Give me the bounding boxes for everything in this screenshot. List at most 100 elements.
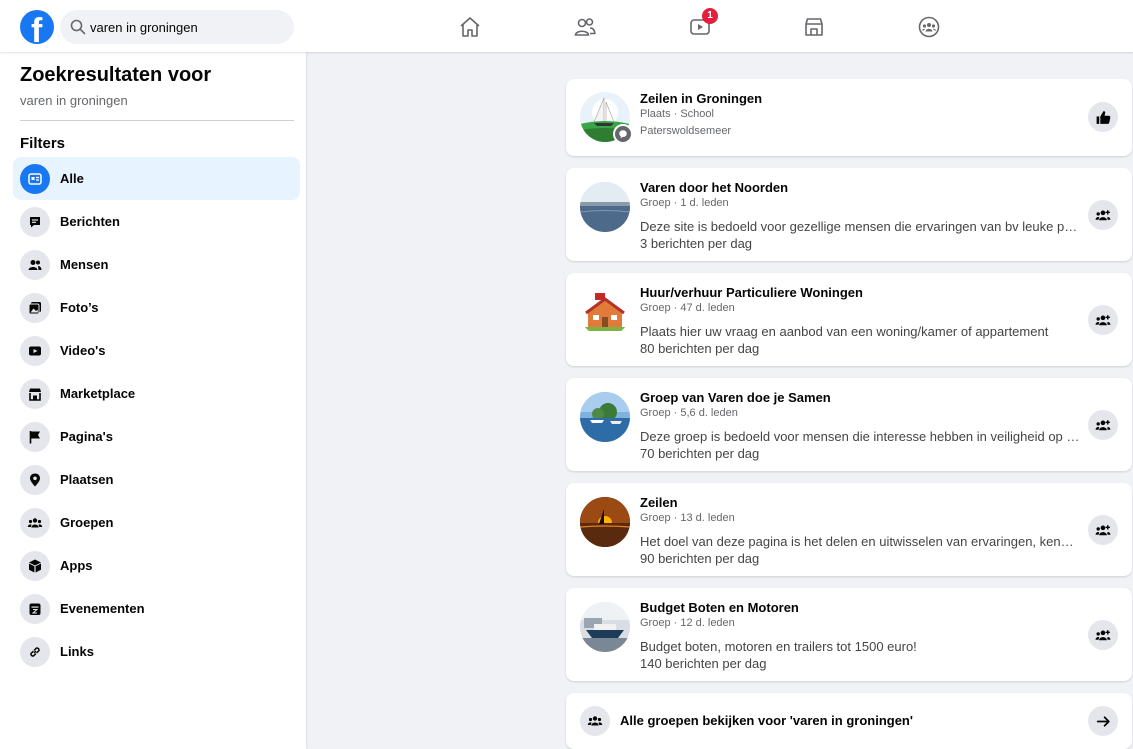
join-group-button[interactable] <box>1088 410 1118 440</box>
group-avatar[interactable] <box>580 497 630 547</box>
filter-item-videos[interactable]: Video's <box>13 329 300 372</box>
join-group-button[interactable] <box>1088 305 1118 335</box>
result-description: Het doel van deze pagina is het delen en… <box>640 534 1080 549</box>
friends-icon[interactable] <box>567 10 603 44</box>
calendar-icon <box>20 593 50 624</box>
location-pin-icon <box>20 464 50 495</box>
join-group-icon <box>1095 419 1110 430</box>
group-avatar[interactable] <box>580 392 630 442</box>
search-results-list: Zeilen in Groningen Plaats · School Pate… <box>566 79 1132 749</box>
people-icon <box>20 249 50 280</box>
page-title: Zoekresultaten voor <box>20 64 212 86</box>
filter-label: Mensen <box>60 257 109 272</box>
filter-label: Foto’s <box>60 300 99 315</box>
result-post-frequency: 80 berichten per dag <box>640 341 760 356</box>
result-meta: Groep · 1 d. leden <box>640 197 729 209</box>
facebook-logo-icon[interactable]: f <box>20 10 54 44</box>
search-input[interactable] <box>90 10 286 44</box>
groups-icon <box>580 706 610 736</box>
result-title[interactable]: Huur/verhuur Particuliere Woningen <box>640 285 863 300</box>
search-query-label: varen in groningen <box>20 93 128 108</box>
result-title[interactable]: Budget Boten en Motoren <box>640 600 799 615</box>
filter-item-alle[interactable]: Alle <box>13 157 300 200</box>
result-post-frequency: 70 berichten per dag <box>640 446 760 461</box>
filter-item-marketplace[interactable]: Marketplace <box>13 372 300 415</box>
result-description: Deze groep is bedoeld voor mensen die in… <box>640 429 1080 444</box>
posts-icon <box>20 206 50 237</box>
join-group-button[interactable] <box>1088 620 1118 650</box>
filter-label: Alle <box>60 171 84 186</box>
filter-label: Berichten <box>60 214 120 229</box>
see-all-groups-button[interactable] <box>1088 706 1118 736</box>
marketplace-icon[interactable] <box>796 10 832 44</box>
filter-label: Marketplace <box>60 386 136 401</box>
search-result-card[interactable]: Varen door het Noorden Groep · 1 d. lede… <box>566 168 1132 261</box>
flag-icon <box>20 421 50 452</box>
search-icon <box>70 19 86 35</box>
like-page-button[interactable] <box>1088 102 1118 132</box>
search-box[interactable] <box>60 10 294 44</box>
marketplace-icon <box>20 378 50 409</box>
result-meta: Groep · 13 d. leden <box>640 512 735 524</box>
result-description: Plaats hier uw vraag en aanbod van een w… <box>640 324 1049 339</box>
video-icon <box>20 335 50 366</box>
join-group-icon <box>1095 524 1110 535</box>
filter-item-evenementen[interactable]: Evenementen <box>13 587 300 630</box>
top-navigation-bar: f 1 <box>0 0 1133 52</box>
search-result-card[interactable]: Groep van Varen doe je Samen Groep · 5,6… <box>566 378 1132 471</box>
filter-label: Evenementen <box>60 601 145 616</box>
join-group-button[interactable] <box>1088 515 1118 545</box>
result-post-frequency: 90 berichten per dag <box>640 551 760 566</box>
result-title[interactable]: Zeilen in Groningen <box>640 91 762 106</box>
result-meta: Groep · 5,6 d. leden <box>640 407 738 419</box>
result-meta: Groep · 12 d. leden <box>640 617 735 629</box>
box-icon <box>20 550 50 581</box>
groups-nav-icon[interactable] <box>911 10 947 44</box>
filter-item-fotos[interactable]: Foto’s <box>13 286 300 329</box>
all-icon <box>20 163 50 194</box>
result-description: Budget boten, motoren en trailers tot 15… <box>640 639 917 654</box>
result-post-frequency: 3 berichten per dag <box>640 236 753 251</box>
search-result-card[interactable]: Budget Boten en Motoren Groep · 12 d. le… <box>566 588 1132 681</box>
home-icon[interactable] <box>452 10 488 44</box>
filter-label: Video's <box>60 343 106 358</box>
see-all-groups-label: Alle groepen bekijken voor 'varen in gro… <box>620 713 913 728</box>
filter-item-mensen[interactable]: Mensen <box>13 243 300 286</box>
result-description: Deze site is bedoeld voor gezellige mens… <box>640 219 1080 234</box>
see-all-groups-link[interactable]: Alle groepen bekijken voor 'varen in gro… <box>566 693 1132 749</box>
group-avatar[interactable] <box>580 287 630 337</box>
join-group-icon <box>1095 314 1110 325</box>
group-avatar[interactable] <box>580 602 630 652</box>
search-result-card[interactable]: Zeilen in Groningen Plaats · School Pate… <box>566 79 1132 156</box>
join-group-button[interactable] <box>1088 200 1118 230</box>
filter-label: Links <box>60 644 94 659</box>
filter-label: Groepen <box>60 515 114 530</box>
like-icon <box>1096 110 1110 124</box>
result-meta: Plaats · School <box>640 108 714 120</box>
search-result-card[interactable]: Huur/verhuur Particuliere Woningen Groep… <box>566 273 1132 366</box>
filters-heading: Filters <box>20 135 66 152</box>
filter-item-paginas[interactable]: Pagina's <box>13 415 300 458</box>
notification-badge: 1 <box>702 8 718 24</box>
result-title[interactable]: Zeilen <box>640 495 678 510</box>
group-avatar[interactable] <box>580 182 630 232</box>
filter-item-berichten[interactable]: Berichten <box>13 200 300 243</box>
search-result-card[interactable]: Zeilen Groep · 13 d. leden Het doel van … <box>566 483 1132 576</box>
messenger-badge-icon <box>613 124 633 144</box>
result-title[interactable]: Varen door het Noorden <box>640 180 788 195</box>
link-icon <box>20 636 50 667</box>
filter-item-links[interactable]: Links <box>13 630 300 673</box>
result-title[interactable]: Groep van Varen doe je Samen <box>640 390 831 405</box>
join-group-icon <box>1095 209 1110 220</box>
arrow-right-icon <box>1096 715 1110 727</box>
result-meta: Groep · 47 d. leden <box>640 302 735 314</box>
filter-label: Apps <box>60 558 93 573</box>
search-filters-sidebar: Zoekresultaten voor varen in groningen F… <box>0 52 306 749</box>
filter-item-groepen[interactable]: Groepen <box>13 501 300 544</box>
filter-item-plaatsen[interactable]: Plaatsen <box>13 458 300 501</box>
watch-video-icon[interactable]: 1 <box>682 8 718 44</box>
result-post-frequency: 140 berichten per dag <box>640 656 767 671</box>
divider <box>20 120 294 121</box>
filter-item-apps[interactable]: Apps <box>13 544 300 587</box>
photos-icon <box>20 292 50 323</box>
